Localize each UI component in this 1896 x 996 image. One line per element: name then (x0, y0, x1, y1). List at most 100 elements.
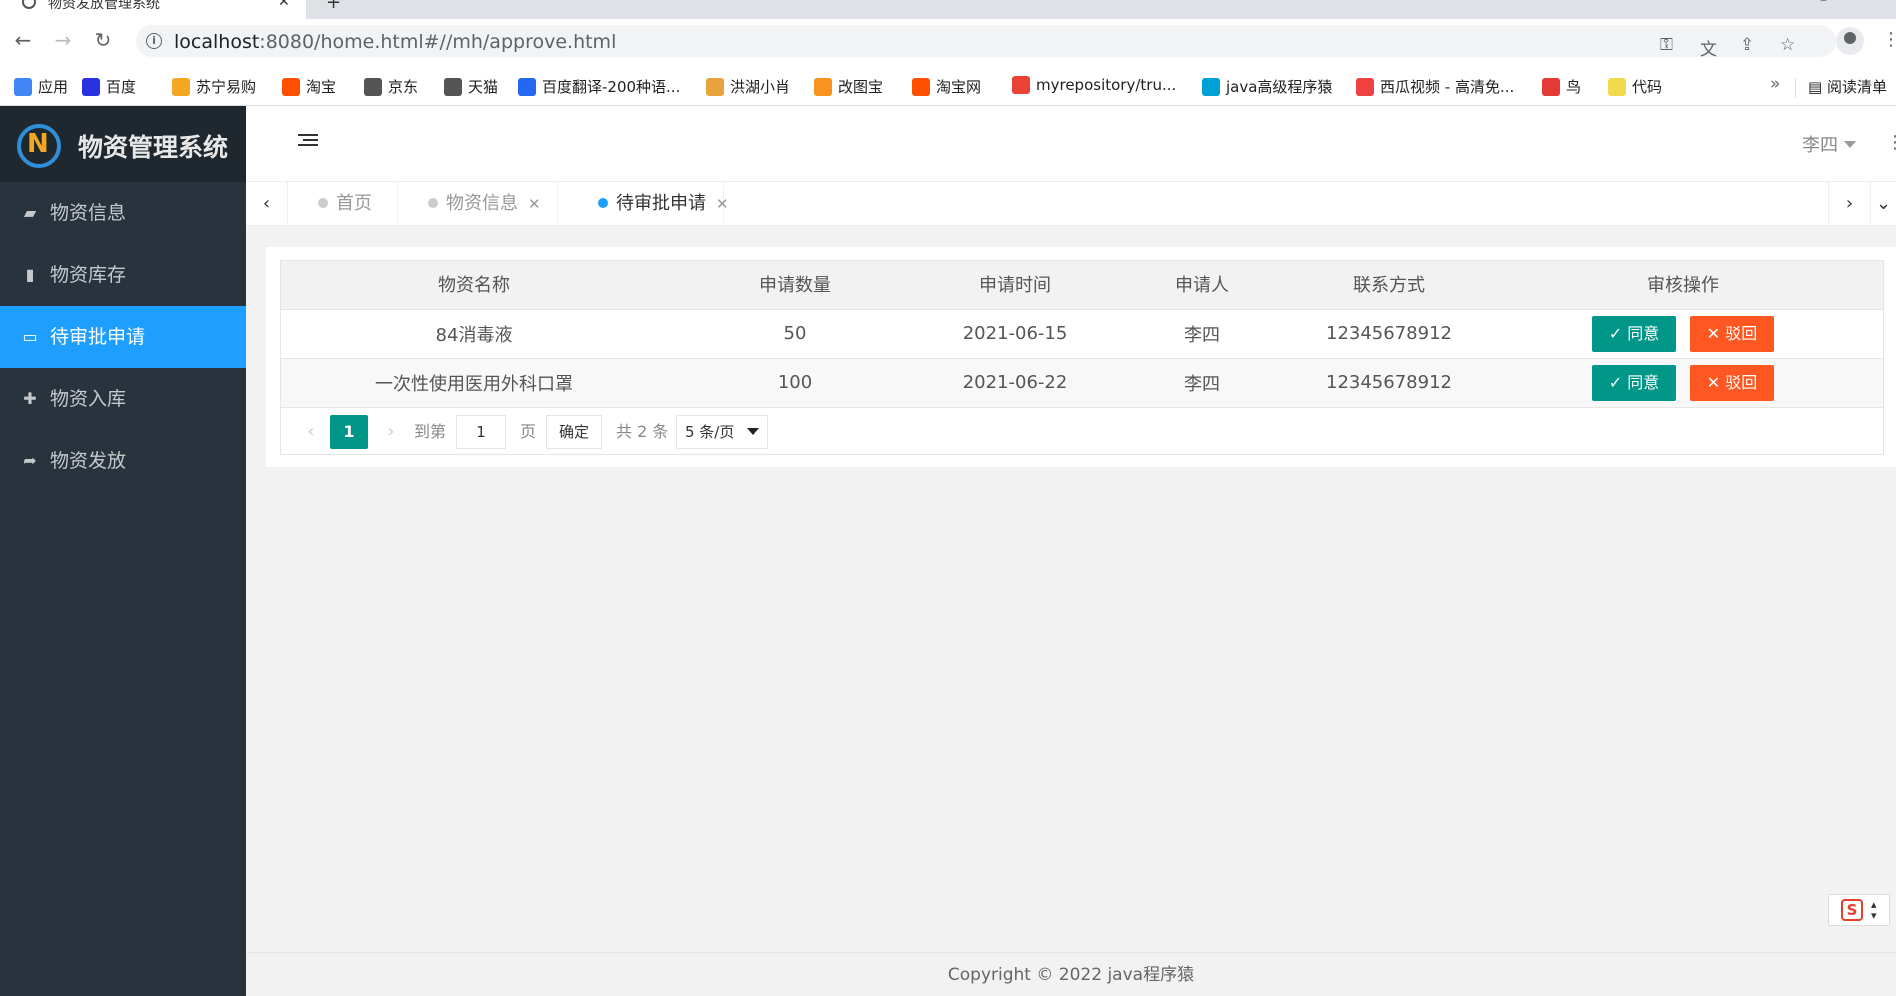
user-menu[interactable]: 李四 (1802, 131, 1856, 157)
bookmark-item[interactable]: 天猫 (444, 76, 498, 98)
translate-icon[interactable]: 文 (1700, 35, 1717, 60)
browser-tab[interactable]: 物资发放管理系统 ✕ (0, 0, 306, 19)
bookmark-label: 应用 (38, 78, 69, 96)
approve-button[interactable]: ✓ 同意 (1592, 364, 1676, 401)
share-icon[interactable]: ⇪ (1740, 35, 1754, 55)
browser-menu-icon[interactable]: ⋮ (1882, 29, 1896, 50)
prev-page-icon[interactable]: ‹ (296, 415, 326, 449)
page-size-select[interactable]: 5 条/页 (676, 415, 768, 449)
sidebar-item[interactable]: ▰ 物资信息 (0, 182, 246, 244)
close-icon[interactable]: ✕ (716, 195, 729, 213)
approval-table: 物资名称 申请数量 申请时间 申请人 联系方式 审核操作 84消毒液 50 2021-06-1… (280, 260, 1884, 408)
ime-widget[interactable]: S ▴ ▾ (1828, 894, 1890, 926)
bookmark-item[interactable]: 鸟 (1542, 76, 1581, 98)
url-path: :8080/home.html#//mh/approve.html (259, 31, 617, 53)
bookmark-icon (706, 78, 724, 96)
top-header: 李四 ⋮ (246, 106, 1896, 182)
bookmark-item[interactable]: 淘宝 (282, 76, 336, 98)
bookmark-item[interactable]: 百度翻译-200种语... (518, 76, 680, 98)
bookmark-label: 西瓜视频 - 高清免... (1380, 78, 1515, 96)
bookmark-label: 百度翻译-200种语... (542, 78, 681, 96)
bookmark-label: 鸟 (1566, 78, 1582, 96)
key-icon[interactable]: ⚿ (1660, 35, 1673, 55)
bookmark-icon (518, 78, 536, 96)
back-icon[interactable]: ← (10, 27, 36, 53)
approve-button[interactable]: ✓ 同意 (1592, 315, 1676, 352)
approve-label: 同意 (1627, 323, 1660, 343)
action-cell: ✓ 同意 ✕ 驳回 (1482, 358, 1884, 408)
book-icon: ▰ (23, 203, 37, 222)
bookmark-label: 淘宝网 (936, 78, 982, 96)
bookmark-item[interactable]: 京东 (364, 76, 418, 98)
page-tab[interactable]: 首页 (288, 182, 398, 226)
tabs-dropdown-icon[interactable]: ⌄ (1870, 182, 1896, 226)
footer: Copyright © 2022 java程序猿 (246, 952, 1896, 996)
column-header: 申请时间 (922, 260, 1108, 310)
url-text[interactable]: localhost:8080/home.html#//mh/approve.ht… (174, 31, 616, 53)
sidebar-item[interactable]: ➦ 物资发放 (0, 430, 246, 492)
profile-icon[interactable] (1836, 27, 1864, 55)
reload-icon[interactable]: ↻ (90, 27, 116, 53)
expand-icon[interactable]: ▴ ▾ (1871, 899, 1877, 921)
reject-button[interactable]: ✕ 驳回 (1690, 315, 1774, 352)
sidebar-item-label: 待审批申请 (50, 326, 146, 348)
info-icon[interactable]: i (146, 33, 162, 49)
goto-page-input[interactable] (456, 415, 506, 449)
new-tab-icon[interactable]: + (326, 0, 341, 13)
bookmark-icon (1542, 78, 1560, 96)
bookmark-item[interactable]: 代码 (1608, 76, 1662, 98)
page-tab[interactable]: 物资信息 ✕ (398, 182, 558, 226)
bookmark-item[interactable]: 淘宝网 (912, 76, 981, 98)
bookmark-item[interactable]: 苏宁易购 (172, 76, 256, 98)
bookmark-label: java高级程序猿 (1226, 78, 1333, 96)
forward-icon[interactable]: → (50, 27, 76, 53)
minimize-icon[interactable]: – (1820, 0, 1827, 8)
bookmark-icon (814, 78, 832, 96)
sidebar-item[interactable]: ▭ 待审批申请 (0, 306, 246, 368)
sidebar-item-label: 物资信息 (50, 202, 127, 224)
browser-tab-title: 物资发放管理系统 (48, 0, 160, 12)
star-icon[interactable]: ☆ (1780, 35, 1795, 55)
column-header: 申请数量 (668, 260, 922, 310)
bookmark-label: 天猫 (468, 78, 499, 96)
bookmark-item[interactable]: java高级程序猿 (1202, 76, 1332, 98)
bookmarks-overflow-icon[interactable]: » (1770, 74, 1780, 94)
browser-tabstrip: 物资发放管理系统 ✕ + – (0, 0, 1896, 19)
table-cell: 一次性使用医用外科口罩 (280, 358, 668, 408)
tab-dot-icon (428, 198, 438, 208)
page-tab[interactable]: 待审批申请 ✕ (568, 182, 729, 226)
sidebar-item-label: 物资库存 (50, 264, 127, 286)
content-card: 物资名称 申请数量 申请时间 申请人 联系方式 审核操作 84消毒液 50 2021-06-1… (266, 247, 1896, 467)
page-1-button[interactable]: 1 (330, 415, 368, 449)
reject-button[interactable]: ✕ 驳回 (1690, 364, 1774, 401)
tabs-scroll-left-icon[interactable]: ‹ (246, 182, 288, 226)
next-page-icon[interactable]: › (376, 415, 406, 449)
bookmarks-divider (1795, 78, 1796, 98)
bookmark-item[interactable]: 改图宝 (814, 76, 883, 98)
approve-label: 同意 (1627, 372, 1660, 392)
bookmark-icon (1012, 76, 1030, 94)
bookmarks-bar: » ▤ 阅读清单 应用 百度 苏宁易购 淘宝 京东 天猫 百度翻译-200种语... 洪湖小肖… (0, 70, 1896, 106)
sidebar-item[interactable]: ▮ 物资库存 (0, 244, 246, 306)
menu-toggle-icon[interactable] (298, 134, 318, 150)
close-icon[interactable]: ✕ (278, 0, 290, 10)
reading-list[interactable]: ▤ 阅读清单 (1808, 76, 1887, 97)
address-bar[interactable]: i localhost:8080/home.html#//mh/approve.… (136, 25, 1836, 60)
sidebar-item[interactable]: ✚ 物资入库 (0, 368, 246, 430)
more-vertical-icon[interactable]: ⋮ (1886, 132, 1896, 153)
bookmark-item[interactable]: 洪湖小肖 (706, 76, 790, 98)
user-name: 李四 (1802, 135, 1838, 156)
bookmark-item[interactable]: 百度 (82, 76, 136, 98)
goto-confirm-button[interactable]: 确定 (546, 415, 602, 449)
bookmark-item[interactable]: 西瓜视频 - 高清免... (1356, 76, 1514, 98)
close-icon[interactable]: ✕ (528, 195, 541, 213)
page-unit-label: 页 (520, 422, 537, 441)
bookmark-item[interactable]: 应用 (14, 76, 68, 98)
page-tab-label: 待审批申请 (616, 193, 706, 214)
logo-area: 物资管理系统 (0, 106, 246, 182)
globe-icon (22, 0, 36, 9)
tabs-scroll-right-icon[interactable]: › (1828, 182, 1870, 226)
table-row: 84消毒液 50 2021-06-15 李四 12345678912 ✓ 同意 ✕ 驳回 (280, 309, 1884, 359)
bookmark-item[interactable]: myrepository/tru... (1012, 76, 1176, 98)
bookmark-icon (282, 78, 300, 96)
